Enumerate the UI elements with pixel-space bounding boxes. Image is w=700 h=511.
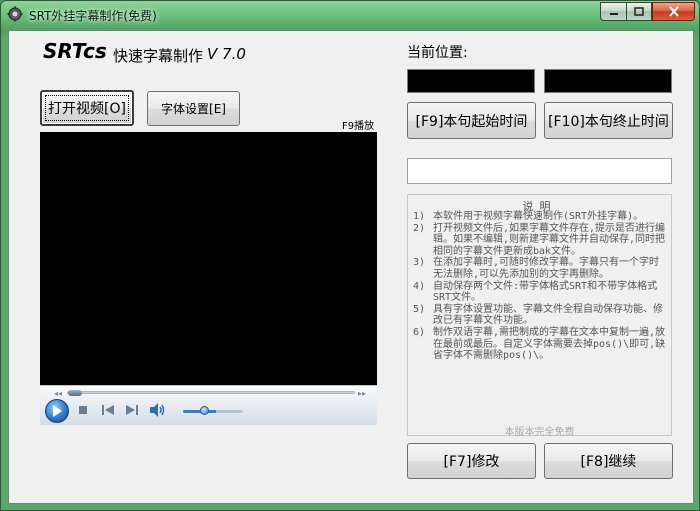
list-item: 3) 在添加字幕时,可随时修改字幕。字幕只有一个字时无法删除,可以先添加别的文字…	[413, 257, 660, 280]
instructions-panel: 说明 1) 本软件用于视频字幕快速制作(SRT外挂字幕)。 2) 打开视频文件后…	[407, 194, 672, 438]
seek-back-icon[interactable]: ◂◂	[54, 389, 62, 398]
client-area: SRTcs 快速字幕制作 V 7.0 打开视频[O] 字体设置[E] F9播放 …	[8, 30, 694, 504]
subtitle-text-field[interactable]	[407, 158, 672, 184]
mark-start-button[interactable]: [F9]本句起始时间	[407, 102, 536, 139]
mark-end-button[interactable]: [F10]本句终止时间	[544, 102, 673, 139]
caption-buttons	[600, 2, 695, 21]
next-icon[interactable]	[126, 405, 138, 415]
brand-subtitle: 快速字幕制作	[113, 47, 204, 65]
version-label: V 7.0	[207, 45, 246, 63]
volume-thumb[interactable]	[200, 406, 209, 415]
brand-name: SRTcs	[43, 39, 107, 63]
title-bar[interactable]: SRT外挂字幕制作(免费)	[1, 1, 700, 28]
play-button[interactable]	[45, 399, 69, 423]
minimize-button[interactable]	[600, 2, 626, 21]
stop-icon[interactable]	[78, 405, 88, 415]
current-position-label: 当前位置:	[407, 45, 468, 61]
open-video-button[interactable]: 打开视频[O]	[40, 90, 134, 126]
seek-bar[interactable]	[67, 390, 355, 396]
seek-forward-icon[interactable]: ▸▸	[358, 389, 366, 398]
maximize-icon	[634, 6, 644, 16]
list-item: 2) 打开视频文件后,如果字幕文件存在,提示是否进行编辑。如果不编辑,则新建字幕…	[413, 222, 666, 257]
app-window: SRT外挂字幕制作(免费) SRTcs 快速字幕制作 V 7.0 打开视频[O]…	[0, 0, 700, 511]
list-item: 5) 具有字体设置功能、字幕文件全程自动保存功能、修改已有字幕文件功能。	[413, 303, 663, 327]
window-title: SRT外挂字幕制作(免费)	[29, 9, 157, 23]
video-display[interactable]	[40, 132, 377, 385]
volume-slider[interactable]	[183, 410, 243, 413]
play-icon	[53, 405, 62, 417]
f9-play-hint: F9播放	[342, 121, 375, 132]
free-version-note: 本版本完全免费	[504, 427, 575, 438]
open-video-label: 打开视频[O]	[45, 95, 129, 121]
volume-icon[interactable]	[150, 403, 166, 417]
close-icon	[668, 6, 679, 17]
gear-icon[interactable]	[7, 6, 23, 22]
list-item: 6) 制作双语字幕,需把制成的字幕在文本中复制一遍,放在最前或最后。自定义字体需…	[413, 326, 666, 362]
font-settings-button[interactable]: 字体设置[E]	[147, 91, 240, 126]
close-button[interactable]	[652, 2, 695, 21]
list-item: 4) 自动保存两个文件:带字体格式SRT和不带字体格式SRT文件。	[413, 280, 658, 304]
list-item: 1) 本软件用于视频字幕快速制作(SRT外挂字幕)。	[413, 211, 644, 222]
edit-button[interactable]: [F7]修改	[407, 443, 536, 479]
previous-icon[interactable]	[102, 405, 114, 415]
maximize-button[interactable]	[626, 2, 652, 21]
start-time-display	[407, 69, 535, 93]
seek-thumb[interactable]	[68, 390, 82, 396]
media-controls: ◂◂ ▸▸	[40, 385, 377, 425]
end-time-display	[544, 69, 672, 93]
instructions-list: 1) 本软件用于视频字幕快速制作(SRT外挂字幕)。 2) 打开视频文件后,如果…	[413, 211, 667, 362]
continue-button[interactable]: [F8]继续	[544, 443, 673, 479]
minimize-icon	[609, 12, 618, 15]
